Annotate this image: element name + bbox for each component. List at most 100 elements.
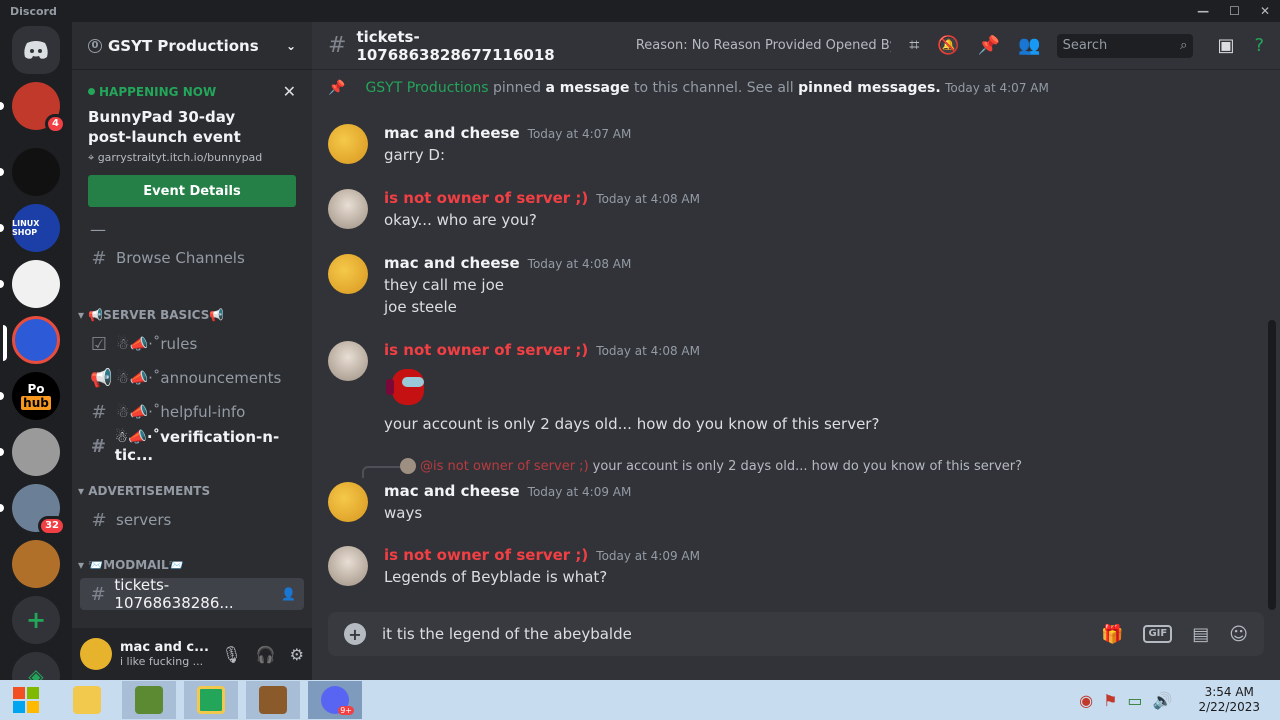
minecraft-launcher-icon[interactable] bbox=[122, 681, 176, 719]
chevron-down-icon[interactable]: ⌄ bbox=[286, 39, 296, 53]
avatar[interactable] bbox=[328, 124, 368, 164]
notification-badge: 9+ bbox=[338, 706, 354, 715]
timestamp: Today at 4:07 AM bbox=[945, 81, 1049, 95]
maximize-icon[interactable]: ☐ bbox=[1229, 4, 1240, 18]
search-input[interactable]: Search ⌕ bbox=[1056, 33, 1194, 58]
channel-verification[interactable]: # ☃📣·˚verification-n-tic... bbox=[80, 428, 304, 464]
message-content: garry D: bbox=[384, 146, 446, 164]
message-author[interactable]: is not owner of server ;) bbox=[384, 341, 588, 359]
channel-servers[interactable]: # servers bbox=[80, 504, 304, 536]
pin-icon[interactable]: 📌 bbox=[978, 35, 1000, 56]
microphone-icon[interactable]: 🎙 bbox=[221, 645, 241, 664]
timestamp: Today at 4:08 AM bbox=[596, 192, 700, 206]
start-button[interactable] bbox=[0, 681, 52, 719]
category-advertisements[interactable]: ▾ ADVERTISEMENTS bbox=[78, 484, 210, 498]
category-server-basics[interactable]: ▾ 📢SERVER BASICS📢 bbox=[78, 308, 224, 322]
message-author[interactable]: mac and cheese bbox=[384, 482, 520, 500]
message-author[interactable]: is not owner of server ;) bbox=[384, 189, 588, 207]
hash-icon: # bbox=[90, 435, 106, 457]
category-modmail[interactable]: ▾ 📨MODMAIL📨 bbox=[78, 558, 184, 572]
close-window-icon[interactable]: ✕ bbox=[1260, 4, 1270, 18]
event-location[interactable]: garrystraityt.itch.io/bunnypad bbox=[98, 151, 263, 164]
close-icon[interactable]: ✕ bbox=[283, 82, 296, 101]
channel-topic[interactable]: Reason: No Reason Provided Opened By: m.… bbox=[636, 38, 891, 53]
channel-label: servers bbox=[116, 511, 172, 529]
server-header[interactable]: 0 GSYT Productions ⌄ bbox=[72, 22, 312, 70]
add-server-icon[interactable]: + bbox=[12, 596, 60, 644]
mute-bell-icon[interactable]: 🔕 bbox=[937, 35, 959, 56]
members-icon[interactable]: 👥 bbox=[1018, 35, 1040, 56]
avatar[interactable] bbox=[328, 341, 368, 381]
message-author[interactable]: mac and cheese bbox=[384, 124, 520, 142]
avatar[interactable] bbox=[328, 482, 368, 522]
file-explorer-icon[interactable] bbox=[60, 681, 114, 719]
message-author[interactable]: mac and cheese bbox=[384, 254, 520, 272]
mention-badge: 32 bbox=[38, 516, 66, 536]
server-icon-8[interactable]: 32 bbox=[0, 484, 66, 536]
headphones-icon[interactable]: 🎧 bbox=[256, 645, 276, 664]
server-list: 4 LINUX SHOP Po hub 32 + ◈ bbox=[0, 22, 72, 680]
sticker-icon[interactable]: ▤ bbox=[1192, 624, 1209, 645]
discord-home-icon[interactable] bbox=[12, 26, 60, 74]
channel-announcements[interactable]: 📢 ☃📣·˚announcements bbox=[80, 362, 304, 394]
server-icon-6[interactable]: Po hub bbox=[0, 372, 60, 420]
avatar[interactable] bbox=[328, 254, 368, 294]
threads-icon[interactable]: ⌗ bbox=[909, 35, 919, 56]
gift-icon[interactable]: 🎁 bbox=[1101, 624, 1123, 645]
reply-preview[interactable]: @is not owner of server ;) your account … bbox=[400, 458, 1022, 474]
among-us-emoji-icon bbox=[384, 365, 432, 405]
avatar[interactable] bbox=[328, 189, 368, 229]
vpn-icon[interactable]: ◉ bbox=[1079, 691, 1093, 710]
live-dot-icon bbox=[88, 88, 95, 95]
search-icon: ⌕ bbox=[1180, 38, 1188, 53]
emoji-icon[interactable]: ☺ bbox=[1229, 624, 1248, 645]
channel-helpful-info[interactable]: # ☃📣·˚helpful-info bbox=[80, 396, 304, 428]
message-composer[interactable]: + it tis the legend of the abeybalde 🎁 G… bbox=[328, 612, 1264, 656]
channel-rules[interactable]: ☑ ☃📣·˚rules bbox=[80, 328, 304, 360]
reply-text: your account is only 2 days old... how d… bbox=[592, 458, 1023, 474]
server-icon-1[interactable]: 4 bbox=[0, 82, 66, 134]
avatar[interactable] bbox=[328, 546, 368, 586]
add-member-icon[interactable]: 👤 bbox=[281, 587, 296, 601]
help-icon[interactable]: ? bbox=[1254, 35, 1264, 56]
attach-plus-icon[interactable]: + bbox=[344, 623, 366, 645]
scrollbar[interactable] bbox=[1268, 70, 1276, 610]
scrollbar-thumb[interactable] bbox=[1268, 320, 1276, 610]
crafting-table-icon[interactable] bbox=[246, 681, 300, 719]
network-icon[interactable]: ▭ bbox=[1127, 691, 1142, 710]
system-author[interactable]: GSYT Productions bbox=[365, 80, 488, 96]
server-icon-3[interactable]: LINUX SHOP bbox=[0, 204, 60, 252]
avatar[interactable] bbox=[80, 638, 112, 670]
system-text: to this channel. See all bbox=[633, 80, 794, 96]
channel-tickets[interactable]: # tickets-10768638286... 👤 bbox=[80, 576, 304, 612]
channel-label: ☃📣·˚verification-n-tic... bbox=[114, 428, 280, 464]
gif-button[interactable]: GIF bbox=[1143, 625, 1173, 643]
gear-icon[interactable]: ⚙ bbox=[290, 645, 304, 664]
notes-app-icon[interactable] bbox=[184, 681, 238, 719]
flag-icon[interactable]: ⚑ bbox=[1103, 691, 1117, 710]
timestamp: Today at 4:09 AM bbox=[527, 485, 632, 499]
timestamp: Today at 4:07 AM bbox=[527, 127, 632, 141]
explore-icon[interactable]: ◈ bbox=[12, 652, 60, 680]
pinned-message-link[interactable]: a message bbox=[545, 80, 629, 96]
discord-taskbar-icon[interactable]: 9+ bbox=[308, 681, 362, 719]
event-card: HAPPENING NOW ✕ BunnyPad 30-day post-lau… bbox=[72, 70, 312, 207]
clock[interactable]: 3:54 AM 2/22/2023 bbox=[1198, 685, 1260, 715]
message-content: joe steele bbox=[384, 298, 457, 316]
server-icon-4[interactable] bbox=[0, 260, 60, 308]
server-icon-9[interactable] bbox=[12, 540, 60, 588]
message-author[interactable]: is not owner of server ;) bbox=[384, 546, 588, 564]
minimize-icon[interactable]: — bbox=[1197, 4, 1209, 18]
pinned-messages-link[interactable]: pinned messages. bbox=[798, 80, 941, 96]
server-icon-5[interactable] bbox=[3, 316, 60, 364]
event-details-button[interactable]: Event Details bbox=[88, 175, 296, 207]
avatar bbox=[400, 458, 416, 474]
message-content: they call me joe bbox=[384, 276, 504, 294]
volume-icon[interactable]: 🔊 bbox=[1153, 691, 1173, 710]
system-message-pin: 📌 GSYT Productions pinned a message to t… bbox=[328, 80, 1049, 96]
server-icon-7[interactable] bbox=[0, 428, 60, 476]
inbox-icon[interactable]: ▣ bbox=[1217, 35, 1234, 56]
server-icon-2[interactable] bbox=[0, 148, 60, 196]
message-input[interactable]: it tis the legend of the abeybalde bbox=[382, 625, 1101, 643]
browse-channels[interactable]: # Browse Channels bbox=[80, 242, 304, 274]
